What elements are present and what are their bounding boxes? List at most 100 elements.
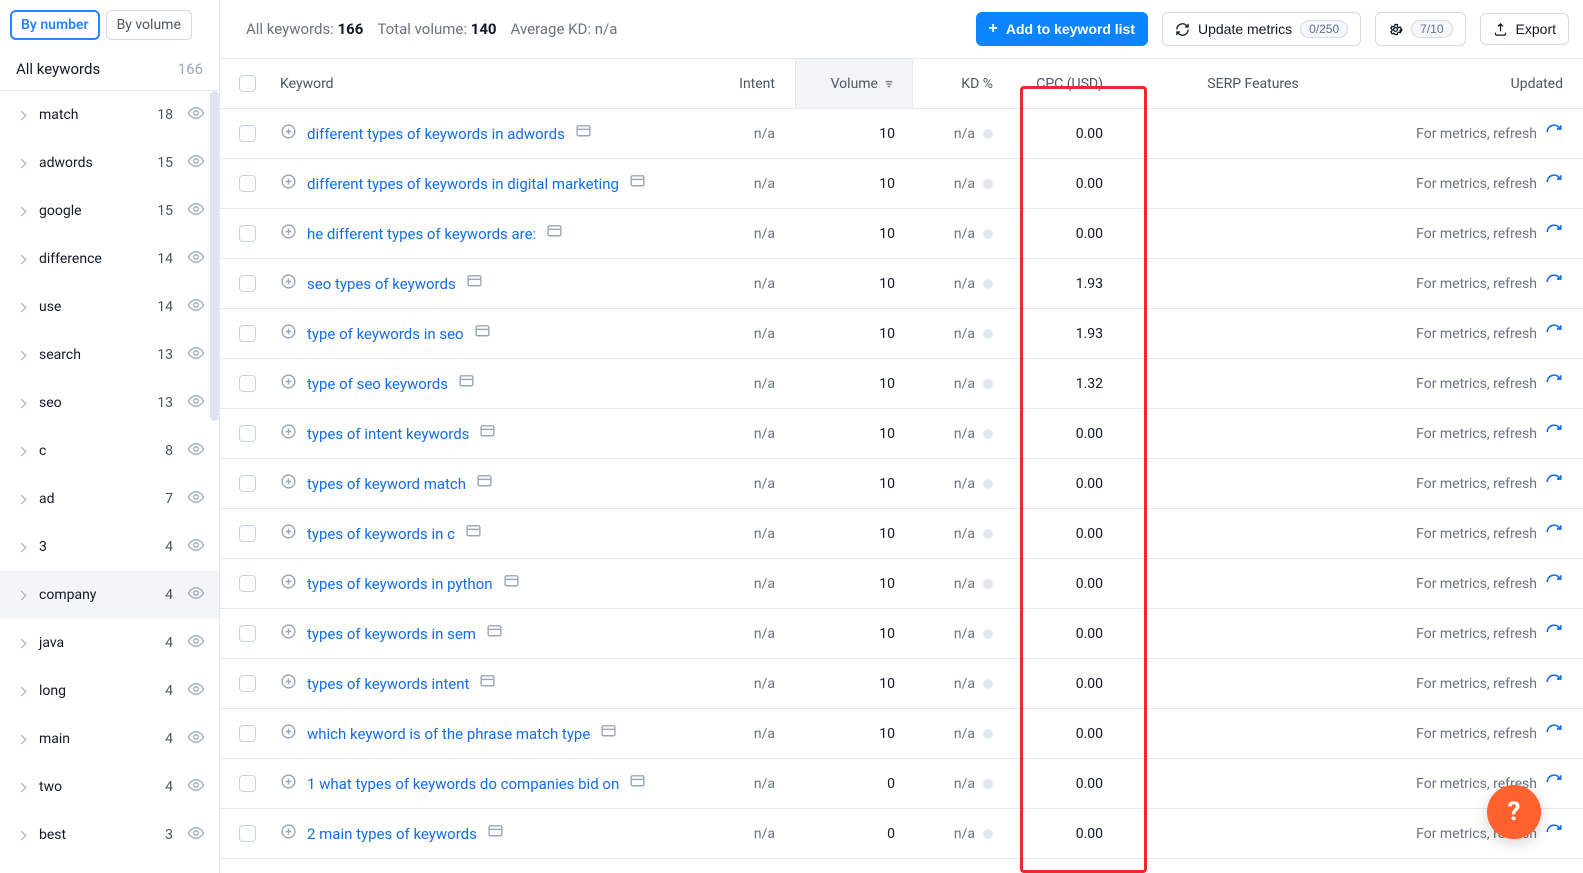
row-checkbox[interactable] (239, 325, 256, 342)
expand-icon[interactable] (280, 573, 297, 594)
row-checkbox[interactable] (239, 775, 256, 792)
row-checkbox[interactable] (239, 375, 256, 392)
row-checkbox[interactable] (239, 675, 256, 692)
sidebar-scrollbar[interactable] (210, 91, 219, 421)
row-checkbox[interactable] (239, 125, 256, 142)
refresh-icon[interactable] (1545, 323, 1563, 345)
serp-preview-icon[interactable] (629, 773, 646, 794)
table-body[interactable]: different types of keywords in adwordsn/… (220, 109, 1583, 873)
serp-preview-icon[interactable] (476, 473, 493, 494)
expand-icon[interactable] (280, 623, 297, 644)
expand-icon[interactable] (280, 373, 297, 394)
keyword-link[interactable]: 2 main types of keywords (307, 825, 477, 843)
serp-preview-icon[interactable] (629, 173, 646, 194)
eye-icon[interactable] (181, 440, 205, 462)
eye-icon[interactable] (181, 632, 205, 654)
expand-icon[interactable] (280, 823, 297, 844)
expand-icon[interactable] (280, 123, 297, 144)
expand-icon[interactable] (280, 673, 297, 694)
eye-icon[interactable] (181, 104, 205, 126)
expand-icon[interactable] (280, 523, 297, 544)
sidebar-item-long[interactable]: long4 (0, 667, 219, 715)
eye-icon[interactable] (181, 680, 205, 702)
sidebar-heading[interactable]: All keywords 166 (0, 48, 219, 91)
refresh-icon[interactable] (1545, 523, 1563, 545)
row-checkbox[interactable] (239, 625, 256, 642)
sidebar-item-google[interactable]: google15 (0, 187, 219, 235)
refresh-icon[interactable] (1545, 373, 1563, 395)
sidebar-item-company[interactable]: company4 (0, 571, 219, 619)
expand-icon[interactable] (280, 723, 297, 744)
eye-icon[interactable] (181, 248, 205, 270)
row-checkbox[interactable] (239, 475, 256, 492)
select-all-checkbox[interactable] (239, 75, 256, 92)
eye-icon[interactable] (181, 152, 205, 174)
keyword-link[interactable]: types of keyword match (307, 475, 466, 493)
expand-icon[interactable] (280, 223, 297, 244)
refresh-icon[interactable] (1545, 723, 1563, 745)
keyword-link[interactable]: types of keywords in python (307, 575, 493, 593)
serp-preview-icon[interactable] (575, 123, 592, 144)
row-checkbox[interactable] (239, 525, 256, 542)
sidebar-item-c[interactable]: c8 (0, 427, 219, 475)
th-volume[interactable]: Volume (795, 59, 913, 108)
sidebar-item-ad[interactable]: ad7 (0, 475, 219, 523)
serp-preview-icon[interactable] (458, 373, 475, 394)
sidebar-item-difference[interactable]: difference14 (0, 235, 219, 283)
eye-icon[interactable] (181, 584, 205, 606)
row-checkbox[interactable] (239, 225, 256, 242)
row-checkbox[interactable] (239, 175, 256, 192)
keyword-link[interactable]: he different types of keywords are: (307, 225, 536, 243)
sidebar-item-java[interactable]: java4 (0, 619, 219, 667)
serp-preview-icon[interactable] (479, 673, 496, 694)
sidebar-item-seo[interactable]: seo13 (0, 379, 219, 427)
serp-preview-icon[interactable] (487, 823, 504, 844)
tab-by-volume[interactable]: By volume (106, 10, 192, 40)
row-checkbox[interactable] (239, 425, 256, 442)
refresh-icon[interactable] (1545, 173, 1563, 195)
sidebar-item-search[interactable]: search13 (0, 331, 219, 379)
expand-icon[interactable] (280, 273, 297, 294)
keyword-link[interactable]: type of keywords in seo (307, 325, 464, 343)
serp-preview-icon[interactable] (503, 573, 520, 594)
serp-preview-icon[interactable] (465, 523, 482, 544)
refresh-icon[interactable] (1545, 573, 1563, 595)
row-checkbox[interactable] (239, 725, 256, 742)
th-intent[interactable]: Intent (705, 76, 795, 92)
tab-by-number[interactable]: By number (10, 10, 100, 40)
eye-icon[interactable] (181, 392, 205, 414)
export-button[interactable]: Export (1480, 13, 1569, 45)
keyword-link[interactable]: types of keywords intent (307, 675, 469, 693)
refresh-icon[interactable] (1545, 123, 1563, 145)
eye-icon[interactable] (181, 824, 205, 846)
keyword-link[interactable]: types of keywords in sem (307, 625, 476, 643)
expand-icon[interactable] (280, 323, 297, 344)
sidebar-item-main[interactable]: main4 (0, 715, 219, 763)
keyword-link[interactable]: types of keywords in c (307, 525, 455, 543)
sidebar-item-two[interactable]: two4 (0, 763, 219, 811)
sidebar-item-adwords[interactable]: adwords15 (0, 139, 219, 187)
keyword-link[interactable]: 1 what types of keywords do companies bi… (307, 775, 619, 793)
refresh-icon[interactable] (1545, 273, 1563, 295)
refresh-icon[interactable] (1545, 623, 1563, 645)
keyword-link[interactable]: seo types of keywords (307, 275, 456, 293)
row-checkbox[interactable] (239, 575, 256, 592)
eye-icon[interactable] (181, 488, 205, 510)
sidebar-item-3[interactable]: 34 (0, 523, 219, 571)
keyword-link[interactable]: which keyword is of the phrase match typ… (307, 725, 590, 743)
th-kd[interactable]: KD % (913, 76, 1013, 92)
expand-icon[interactable] (280, 173, 297, 194)
update-metrics-button[interactable]: Update metrics 0/250 (1162, 12, 1361, 46)
keyword-link[interactable]: type of seo keywords (307, 375, 448, 393)
expand-icon[interactable] (280, 423, 297, 444)
settings-button[interactable]: 7/10 (1375, 12, 1465, 46)
eye-icon[interactable] (181, 296, 205, 318)
sidebar-item-use[interactable]: use14 (0, 283, 219, 331)
refresh-icon[interactable] (1545, 823, 1563, 845)
expand-icon[interactable] (280, 773, 297, 794)
serp-preview-icon[interactable] (479, 423, 496, 444)
sidebar-list[interactable]: match18adwords15google15difference14use1… (0, 91, 219, 873)
keyword-link[interactable]: types of intent keywords (307, 425, 469, 443)
serp-preview-icon[interactable] (466, 273, 483, 294)
sidebar-item-match[interactable]: match18 (0, 91, 219, 139)
